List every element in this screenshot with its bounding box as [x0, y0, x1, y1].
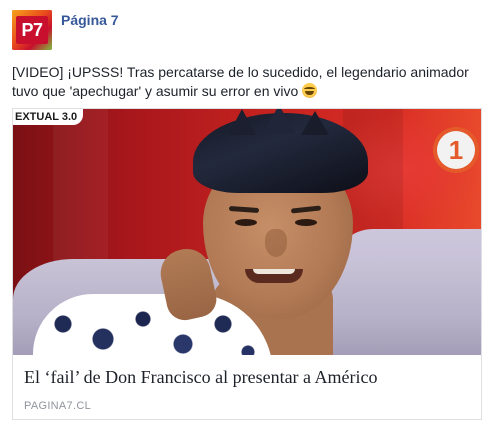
person-eye	[235, 219, 257, 226]
page-name-link[interactable]: Página 7	[61, 12, 119, 28]
page-avatar[interactable]: P7	[12, 10, 52, 50]
avatar-logo-text: P7	[21, 19, 43, 40]
post-message: [VIDEO] ¡UPSSS! Tras percatarse de lo su…	[12, 63, 482, 101]
link-preview-image[interactable]: EXTUAL 3.0 1	[13, 109, 481, 355]
link-preview-card[interactable]: EXTUAL 3.0 1 El ‘fail’ de Don Francisco …	[12, 108, 482, 420]
person-nose	[265, 229, 287, 257]
link-preview-body[interactable]: El ‘fail’ de Don Francisco al presentar …	[13, 355, 481, 419]
hair-spike	[301, 111, 329, 135]
link-domain: PAGINA7.CL	[24, 400, 91, 412]
person-eye	[295, 219, 317, 226]
facebook-post: P7 Página 7 [VIDEO] ¡UPSSS! Tras percata…	[0, 0, 495, 433]
hair-spike	[228, 109, 256, 135]
avatar-logo: P7	[16, 16, 48, 44]
tv-chyron: EXTUAL 3.0	[13, 109, 84, 125]
laughing-tears-emoji-icon	[302, 83, 318, 98]
link-title[interactable]: El ‘fail’ de Don Francisco al presentar …	[24, 367, 472, 388]
channel-logo-icon: 1	[437, 131, 475, 169]
shirt-print	[43, 304, 263, 355]
hair-spike	[263, 109, 295, 133]
person-teeth	[253, 269, 295, 274]
post-message-text: [VIDEO] ¡UPSSS! Tras percatarse de lo su…	[12, 64, 469, 99]
post-header: P7 Página 7	[12, 10, 119, 52]
